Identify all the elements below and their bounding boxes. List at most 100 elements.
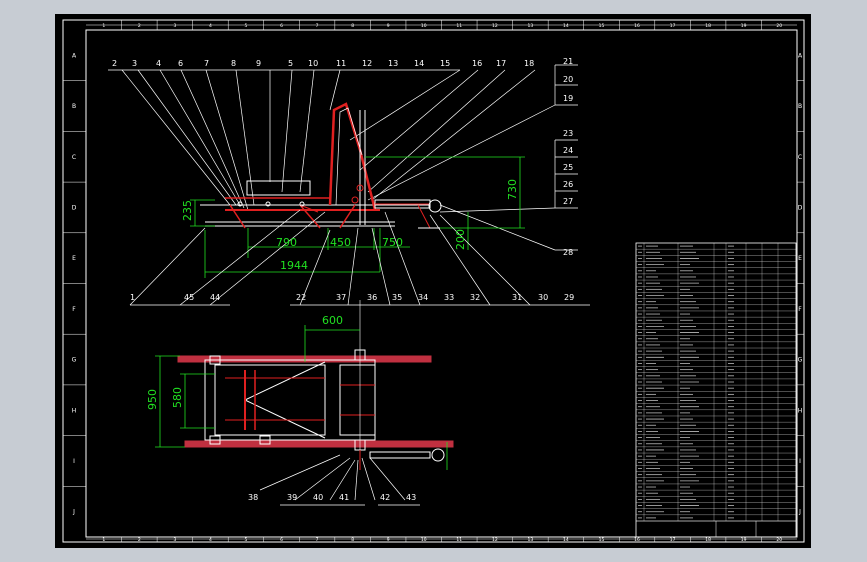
callout-2: 2 [112, 59, 117, 68]
dim-790: 790 [276, 236, 297, 249]
zone-number: 8 [351, 537, 354, 543]
zone-number: 15 [599, 537, 605, 543]
dim-1944: 1944 [280, 259, 308, 272]
dim-600: 600 [322, 314, 343, 327]
zone-letter: F [798, 306, 802, 313]
callout-21: 21 [563, 57, 573, 66]
zone-letter: D [72, 204, 77, 211]
cad-drawing: 1 2 3 4 5 6 7 8 9 10 11 12 13 14 15 16 17 18 19 20 12345678… [62, 19, 805, 543]
zone-number: 7 [316, 23, 319, 29]
callout-43: 43 [406, 493, 416, 502]
right-zone-letters: A B C D E F G H I J [798, 52, 803, 515]
zone-number: 13 [528, 23, 534, 29]
callout-13: 13 [388, 59, 398, 68]
zone-letter: C [72, 154, 76, 161]
top-zone-numbers: 1 2 3 4 5 6 7 8 9 10 11 12 13 14 15 16 17 18 19 20 [102, 23, 782, 29]
zone-letter: D [798, 204, 803, 211]
callout-22: 22 [296, 293, 306, 302]
parts-list-table [635, 242, 797, 538]
callout-3: 3 [132, 59, 137, 68]
callout-39: 39 [287, 493, 297, 502]
callout-7: 7 [204, 59, 209, 68]
zone-letter: E [798, 255, 802, 262]
callout-1: 1 [130, 293, 135, 302]
callout-11: 11 [336, 59, 346, 68]
zone-number: 10 [421, 23, 427, 29]
top-view-labels: 600 950 580 38 39 40 41 42 43 [146, 314, 416, 502]
grid-tick-marks [63, 20, 804, 542]
zone-letter: A [72, 52, 77, 59]
zone-number: 3 [173, 537, 176, 543]
dim-950: 950 [146, 389, 159, 410]
zone-letter: H [798, 407, 803, 414]
left-zone-letters: A B C D E F G H I J [72, 52, 77, 515]
callout-28: 28 [563, 248, 573, 257]
zone-number: 14 [563, 537, 569, 543]
outer-border [62, 19, 805, 543]
callout-33: 33 [444, 293, 454, 302]
zone-letter: A [798, 52, 803, 59]
callout-35: 35 [392, 293, 402, 302]
callout-5: 5 [288, 59, 293, 68]
callout-10: 10 [308, 59, 318, 68]
callout-15: 15 [440, 59, 450, 68]
zone-number: 19 [741, 537, 747, 543]
zone-number: 17 [670, 23, 676, 29]
callout-32: 32 [470, 293, 480, 302]
callout-4: 4 [156, 59, 161, 68]
zone-number: 10 [421, 537, 427, 543]
zone-number: 9 [387, 23, 390, 29]
zone-letter: F [72, 306, 76, 313]
callout-19: 19 [563, 94, 573, 103]
zone-number: 2 [138, 23, 141, 29]
dim-730: 730 [506, 179, 519, 200]
zone-letter: I [799, 458, 801, 465]
callout-26: 26 [563, 180, 573, 189]
zone-number: 12 [492, 23, 498, 29]
zone-letter: G [72, 357, 77, 364]
zone-number: 8 [351, 23, 354, 29]
callout-8: 8 [231, 59, 236, 68]
zone-number: 16 [634, 23, 640, 29]
callout-14: 14 [414, 59, 424, 68]
zone-letter: I [73, 458, 75, 465]
callout-45: 45 [184, 293, 194, 302]
top-view [155, 300, 454, 506]
callout-27: 27 [563, 197, 573, 206]
callout-44: 44 [210, 293, 220, 302]
dim-200: 200 [454, 229, 467, 250]
callout-37: 37 [336, 293, 346, 302]
callout-12: 12 [362, 59, 372, 68]
zone-number: 18 [705, 537, 711, 543]
zone-number: 4 [209, 537, 212, 543]
callout-38: 38 [248, 493, 258, 502]
callout-6: 6 [178, 59, 183, 68]
zone-letter: B [798, 103, 802, 110]
zone-number: 1 [102, 537, 105, 543]
callout-9: 9 [256, 59, 261, 68]
callout-29: 29 [564, 293, 574, 302]
zone-number: 9 [387, 537, 390, 543]
zone-number: 19 [741, 23, 747, 29]
callout-24: 24 [563, 146, 573, 155]
zone-number: 14 [563, 23, 569, 29]
callout-41: 41 [339, 493, 349, 502]
zone-letter: J [798, 509, 801, 516]
zone-number: 3 [173, 23, 176, 29]
zone-number: 20 [776, 537, 782, 543]
callout-18: 18 [524, 59, 534, 68]
callout-31: 31 [512, 293, 522, 302]
dim-450: 450 [330, 236, 351, 249]
zone-number: 11 [456, 23, 462, 29]
zone-letter: G [798, 357, 803, 364]
side-view-bottom-callouts: 1 45 44 22 37 36 35 34 33 32 31 30 29 [130, 293, 574, 302]
zone-number: 17 [670, 537, 676, 543]
callout-40: 40 [313, 493, 323, 502]
zone-number: 7 [316, 537, 319, 543]
zone-number: 15 [599, 23, 605, 29]
callout-17: 17 [496, 59, 506, 68]
zone-number: 18 [705, 23, 711, 29]
dim-750: 750 [382, 236, 403, 249]
callout-23: 23 [563, 129, 573, 138]
zone-number: 11 [456, 537, 462, 543]
